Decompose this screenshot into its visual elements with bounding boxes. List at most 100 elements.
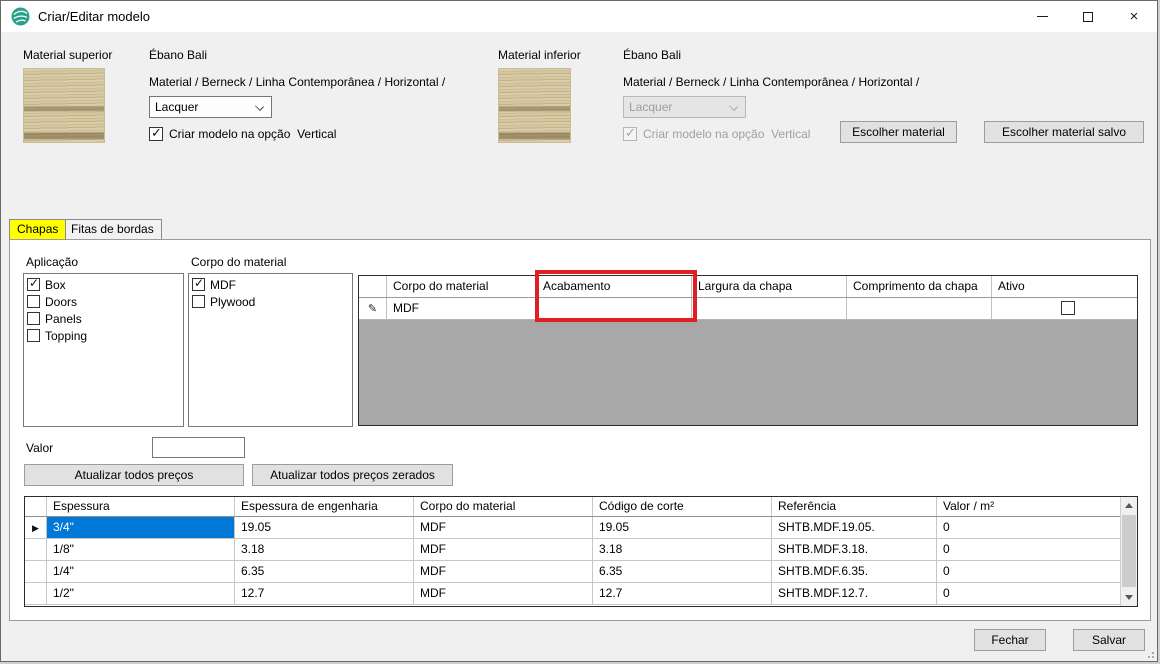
checkbox-unchecked <box>27 329 40 342</box>
resize-grip[interactable] <box>1145 649 1154 658</box>
cell[interactable]: 6.35 <box>593 561 772 582</box>
col-espessura-engenharia[interactable]: Espessura de engenharia <box>235 497 414 516</box>
col-corpo-do-material[interactable]: Corpo do material <box>414 497 593 516</box>
vertical-option-label: Criar modelo na opção Vertical <box>643 127 810 141</box>
cell[interactable]: SHTB.MDF.6.35. <box>772 561 937 582</box>
edit-row-indicator: ✎ <box>359 298 387 319</box>
vertical-option-label: Criar modelo na opção Vertical <box>169 127 336 141</box>
cell-espessura-selected[interactable]: 3/4" <box>47 517 235 538</box>
dialog-window: Criar/Editar modelo × Material superior … <box>0 0 1158 662</box>
col-corpo-do-material[interactable]: Corpo do material <box>387 276 537 297</box>
close-icon: × <box>1130 9 1139 24</box>
material-inferior-label: Material inferior <box>498 48 581 62</box>
vertical-option-checkbox-inferior: ✓ Criar modelo na opção Vertical <box>623 127 810 141</box>
material-inferior-name: Ébano Bali <box>623 48 681 62</box>
col-valor-m2[interactable]: Valor / m² <box>937 497 1120 516</box>
ativo-checkbox-unchecked[interactable] <box>1061 301 1075 315</box>
material-superior-name: Ébano Bali <box>149 48 207 62</box>
pencil-icon: ✎ <box>368 303 377 315</box>
corpo-item-mdf[interactable]: ✓ MDF <box>190 276 351 293</box>
cell[interactable]: MDF <box>414 561 593 582</box>
material-inferior-path: Material / Berneck / Linha Contemporânea… <box>623 75 919 89</box>
cell[interactable]: 0 <box>937 583 1120 604</box>
arrow-up-icon <box>1125 503 1133 508</box>
col-acabamento[interactable]: Acabamento <box>537 276 692 297</box>
aplicacao-item-doors[interactable]: Doors <box>25 293 182 310</box>
col-comprimento-da-chapa[interactable]: Comprimento da chapa <box>847 276 992 297</box>
checkbox-checked: ✓ <box>27 278 40 291</box>
choose-material-button[interactable]: Escolher material <box>840 121 957 143</box>
aplicacao-item-topping[interactable]: Topping <box>25 327 182 344</box>
minimize-icon <box>1037 16 1048 17</box>
sheets-grid: Corpo do material Acabamento Largura da … <box>358 275 1138 426</box>
cell[interactable]: 3.18 <box>593 539 772 560</box>
cell-comprimento[interactable] <box>847 298 992 319</box>
corpo-item-plywood[interactable]: Plywood <box>190 293 351 310</box>
minimize-button[interactable] <box>1019 1 1065 32</box>
update-zeroed-prices-button[interactable]: Atualizar todos preços zerados <box>252 464 453 486</box>
check-icon: ✓ <box>194 276 204 290</box>
material-superior-finish-select[interactable]: Lacquer <box>149 96 272 118</box>
cell[interactable]: 1/2" <box>47 583 235 604</box>
cell[interactable]: MDF <box>414 583 593 604</box>
col-largura-da-chapa[interactable]: Largura da chapa <box>692 276 847 297</box>
table-row[interactable]: 1/4" 6.35 MDF 6.35 SHTB.MDF.6.35. 0 <box>25 561 1137 583</box>
update-all-prices-button[interactable]: Atualizar todos preços <box>24 464 244 486</box>
cell[interactable]: 19.05 <box>235 517 414 538</box>
maximize-button[interactable] <box>1065 1 1111 32</box>
tab-fitas-de-bordas[interactable]: Fitas de bordas <box>63 219 162 239</box>
salvar-button[interactable]: Salvar <box>1073 629 1145 651</box>
cell-acabamento[interactable] <box>537 298 692 319</box>
table-row[interactable]: 1/8" 3.18 MDF 3.18 SHTB.MDF.3.18. 0 <box>25 539 1137 561</box>
cell[interactable]: MDF <box>414 517 593 538</box>
checkbox-checked: ✓ <box>149 127 163 141</box>
cell[interactable]: 1/8" <box>47 539 235 560</box>
close-button[interactable]: × <box>1111 1 1157 32</box>
cell[interactable]: 12.7 <box>593 583 772 604</box>
aplicacao-listbox: ✓ Box Doors Panels Topping <box>23 273 184 427</box>
material-superior-path: Material / Berneck / Linha Contemporânea… <box>149 75 445 89</box>
tab-chapas[interactable]: Chapas <box>9 219 66 239</box>
cell[interactable]: 0 <box>937 539 1120 560</box>
valor-input[interactable] <box>152 437 245 458</box>
cell[interactable]: MDF <box>414 539 593 560</box>
cell[interactable]: SHTB.MDF.3.18. <box>772 539 937 560</box>
row-header-column <box>25 497 47 516</box>
cell-corpo[interactable]: MDF <box>387 298 537 319</box>
col-referencia[interactable]: Referência <box>772 497 937 516</box>
item-label: MDF <box>210 278 236 292</box>
finish-selected-value: Lacquer <box>629 100 672 114</box>
choose-saved-material-button[interactable]: Escolher material salvo <box>984 121 1144 143</box>
scroll-down-button[interactable] <box>1121 589 1137 606</box>
row-header-column <box>359 276 387 297</box>
cell[interactable]: 0 <box>937 561 1120 582</box>
col-codigo-de-corte[interactable]: Código de corte <box>593 497 772 516</box>
cell[interactable]: 6.35 <box>235 561 414 582</box>
material-inferior-preview <box>498 68 571 143</box>
sheets-grid-row[interactable]: ✎ MDF <box>359 298 1137 320</box>
cell-largura[interactable] <box>692 298 847 319</box>
table-row[interactable]: 1/2" 12.7 MDF 12.7 SHTB.MDF.12.7. 0 <box>25 583 1137 605</box>
cell[interactable]: 12.7 <box>235 583 414 604</box>
check-icon: ✓ <box>29 276 39 290</box>
aplicacao-item-box[interactable]: ✓ Box <box>25 276 182 293</box>
table-row[interactable]: ▶ 3/4" 19.05 MDF 19.05 SHTB.MDF.19.05. 0 <box>25 517 1137 539</box>
cell[interactable]: 19.05 <box>593 517 772 538</box>
scrollbar-thumb[interactable] <box>1122 515 1136 587</box>
cell[interactable]: 0 <box>937 517 1120 538</box>
vertical-scrollbar[interactable] <box>1120 497 1137 606</box>
cell[interactable]: 1/4" <box>47 561 235 582</box>
col-ativo[interactable]: Ativo <box>992 276 1137 297</box>
col-espessura[interactable]: Espessura <box>47 497 235 516</box>
scroll-up-button[interactable] <box>1121 497 1137 514</box>
sheets-grid-header: Corpo do material Acabamento Largura da … <box>359 276 1137 298</box>
cell[interactable]: SHTB.MDF.12.7. <box>772 583 937 604</box>
row-selector-icon: ▶ <box>32 523 39 533</box>
vertical-option-checkbox-superior[interactable]: ✓ Criar modelo na opção Vertical <box>149 127 336 141</box>
cell[interactable]: SHTB.MDF.19.05. <box>772 517 937 538</box>
cell[interactable]: 3.18 <box>235 539 414 560</box>
fechar-button[interactable]: Fechar <box>974 629 1046 651</box>
valor-label: Valor <box>26 441 53 455</box>
aplicacao-item-panels[interactable]: Panels <box>25 310 182 327</box>
item-label: Topping <box>45 329 87 343</box>
